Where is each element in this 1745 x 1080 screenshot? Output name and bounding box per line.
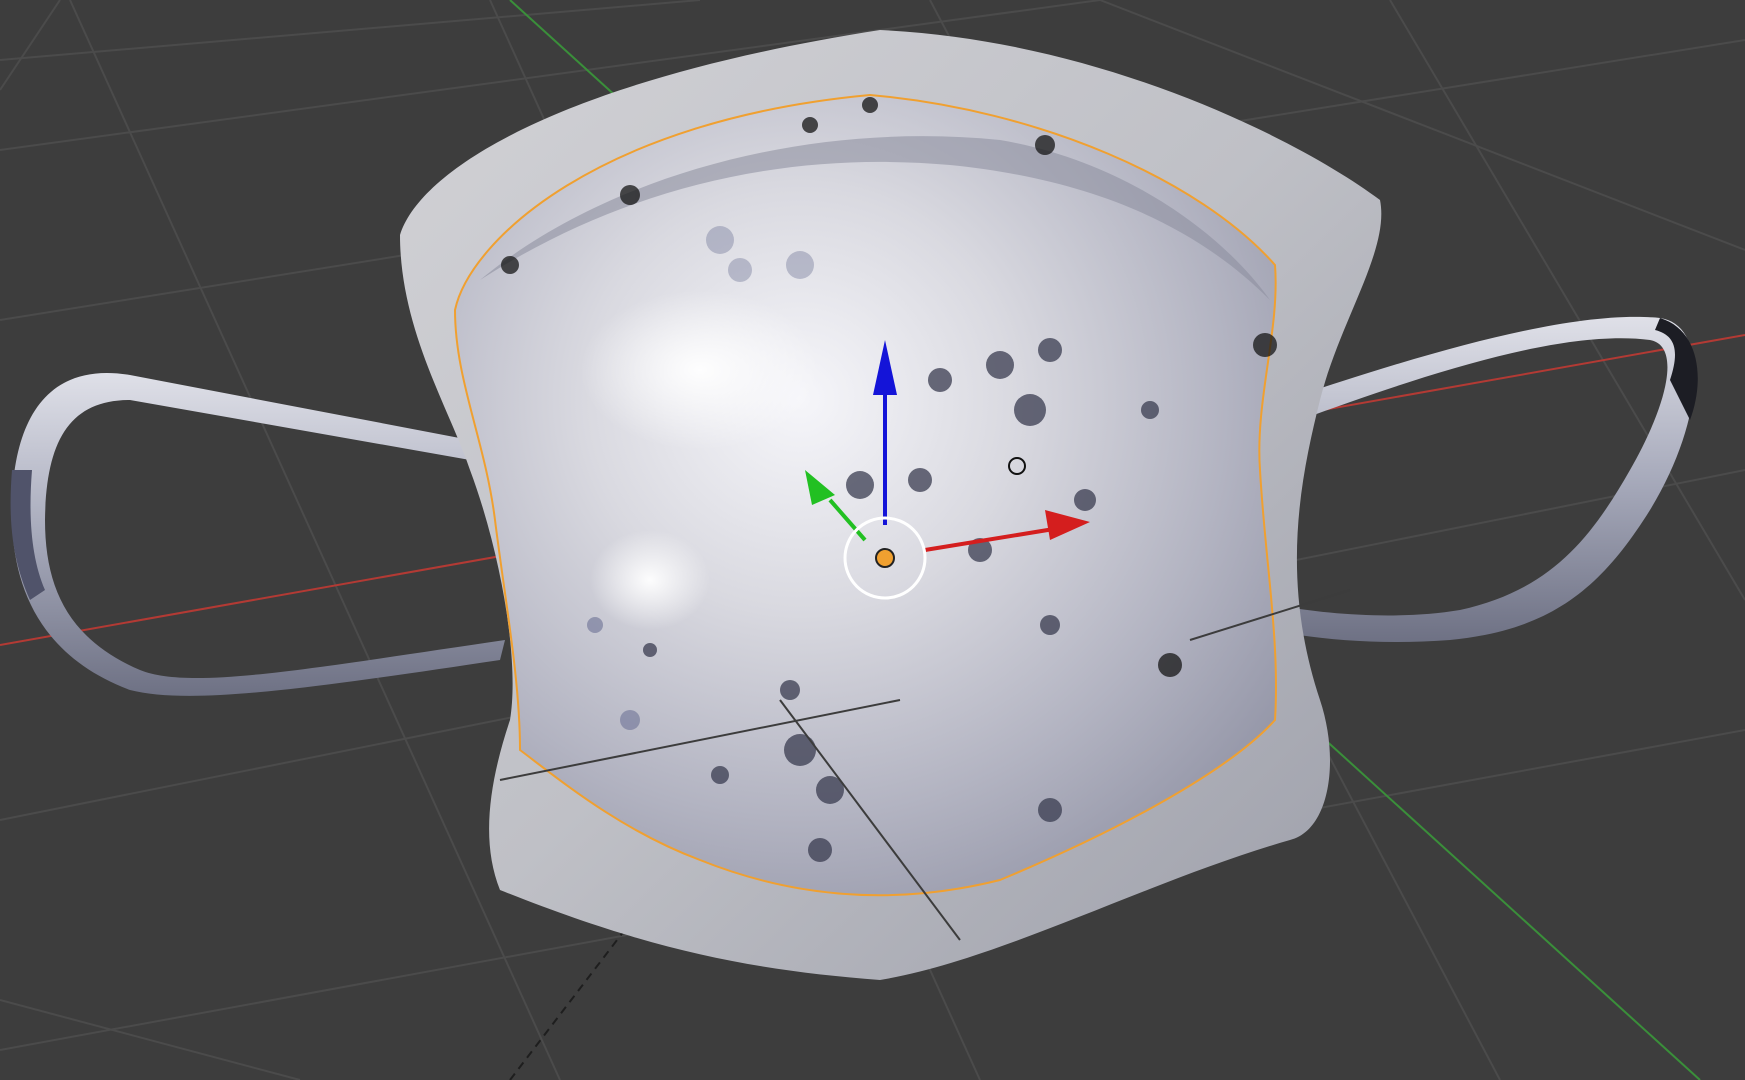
origin-dot-icon (875, 548, 895, 568)
3d-viewport[interactable] (0, 0, 1745, 1080)
dome-highlight-2 (590, 530, 710, 630)
dome-highlight (580, 290, 820, 450)
